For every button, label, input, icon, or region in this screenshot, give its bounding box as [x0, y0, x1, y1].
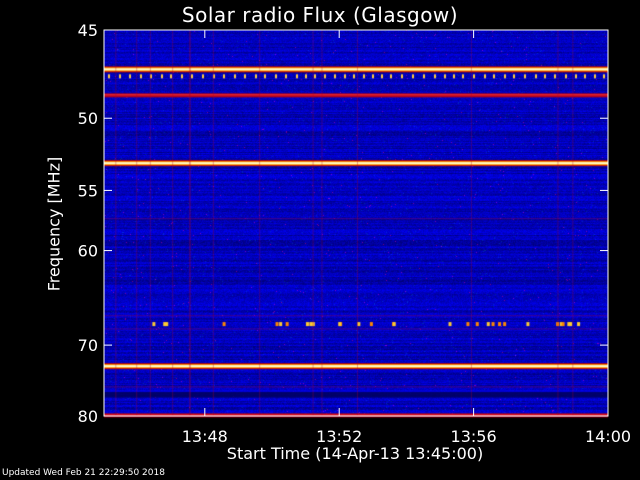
y-tick-label: 50	[78, 109, 98, 128]
y-tick-label: 70	[78, 336, 98, 355]
updated-timestamp: Updated Wed Feb 21 22:29:50 2018	[2, 468, 165, 478]
plot-frame	[103, 29, 609, 417]
y-tick-label: 60	[78, 242, 98, 261]
axes-layer: 45505560708013:48 13:52 13:56 14:00	[78, 21, 631, 446]
y-tick-label: 55	[78, 181, 98, 200]
y-tick-label: 80	[78, 407, 98, 426]
chart-title: Solar radio Flux (Glasgow)	[181, 3, 459, 27]
x-axis-label: Start Time (14-Apr-13 13:45:00)	[226, 444, 484, 463]
